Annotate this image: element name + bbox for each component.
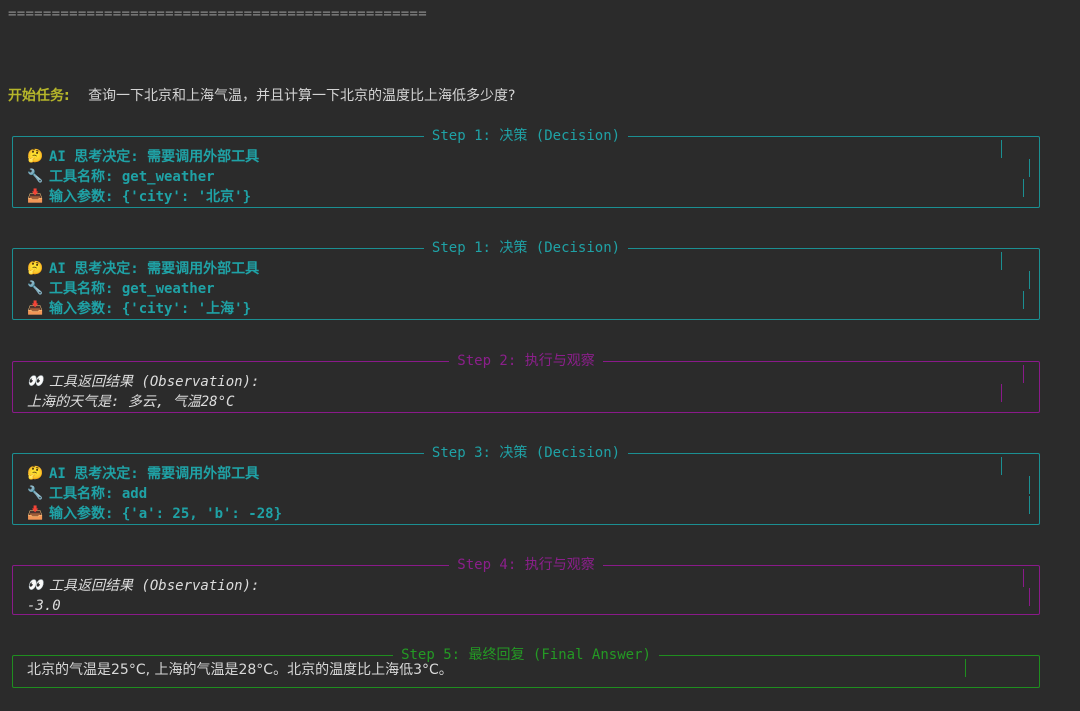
observation-label-line: 👀 工具返回结果 (Observation): — [27, 578, 260, 594]
separator-line: ========================================… — [8, 6, 427, 22]
wrench-icon: 🔧 — [27, 281, 44, 296]
decision-panel-2: Step 1: 决策 (Decision) 🤔 AI 思考决定: 需要调用外部工具… — [12, 240, 1040, 320]
thinking-line: 🤔 AI 思考决定: 需要调用外部工具 — [27, 149, 260, 165]
panel-title: Step 1: 决策 (Decision) — [13, 239, 1039, 257]
tool-name-line: 🔧 工具名称: get_weather — [27, 281, 215, 297]
observation-label-line: 👀 工具返回结果 (Observation): — [27, 374, 260, 390]
panel-title: Step 3: 决策 (Decision) — [13, 444, 1039, 462]
eyes-icon: 👀 — [27, 374, 44, 389]
observation-result-line: 上海的天气是: 多云, 气温28°C — [27, 394, 235, 410]
thinking-face-icon: 🤔 — [27, 261, 44, 276]
thinking-face-icon: 🤔 — [27, 149, 44, 164]
inbox-tray-icon: 📥 — [27, 506, 44, 521]
thinking-face-icon: 🤔 — [27, 466, 44, 481]
eyes-icon: 👀 — [27, 578, 44, 593]
input-params-line: 📥 输入参数: {'city': '上海'} — [27, 301, 252, 317]
panel-title: Step 5: 最终回复 (Final Answer) — [13, 646, 1039, 664]
panel-title: Step 1: 决策 (Decision) — [13, 127, 1039, 145]
input-params-line: 📥 输入参数: {'city': '北京'} — [27, 189, 252, 205]
panel-title: Step 4: 执行与观察 — [13, 556, 1039, 574]
input-params-line: 📥 输入参数: {'a': 25, 'b': -28} — [27, 506, 283, 522]
tool-name-line: 🔧 工具名称: get_weather — [27, 169, 215, 185]
inbox-tray-icon: 📥 — [27, 301, 44, 316]
thinking-line: 🤔 AI 思考决定: 需要调用外部工具 — [27, 466, 260, 482]
decision-panel-1: Step 1: 决策 (Decision) 🤔 AI 思考决定: 需要调用外部工具… — [12, 128, 1040, 208]
observation-panel-2: Step 4: 执行与观察 👀 工具返回结果 (Observation): -3.… — [12, 557, 1040, 615]
observation-panel-1: Step 2: 执行与观察 👀 工具返回结果 (Observation): 上海的… — [12, 353, 1040, 413]
observation-result-line: -3.0 — [27, 598, 61, 614]
wrench-icon: 🔧 — [27, 169, 44, 184]
task-label: 开始任务: — [8, 88, 70, 104]
task-line: 开始任务: 查询一下北京和上海气温，并且计算一下北京的温度比上海低多少度? — [8, 85, 516, 105]
task-text: 查询一下北京和上海气温，并且计算一下北京的温度比上海低多少度? — [88, 88, 516, 104]
thinking-line: 🤔 AI 思考决定: 需要调用外部工具 — [27, 261, 260, 277]
inbox-tray-icon: 📥 — [27, 189, 44, 204]
final-answer-panel: Step 5: 最终回复 (Final Answer) 北京的气温是25°C, … — [12, 647, 1040, 688]
wrench-icon: 🔧 — [27, 486, 44, 501]
decision-panel-3: Step 3: 决策 (Decision) 🤔 AI 思考决定: 需要调用外部工具… — [12, 445, 1040, 525]
tool-name-line: 🔧 工具名称: add — [27, 486, 148, 502]
panel-title: Step 2: 执行与观察 — [13, 352, 1039, 370]
